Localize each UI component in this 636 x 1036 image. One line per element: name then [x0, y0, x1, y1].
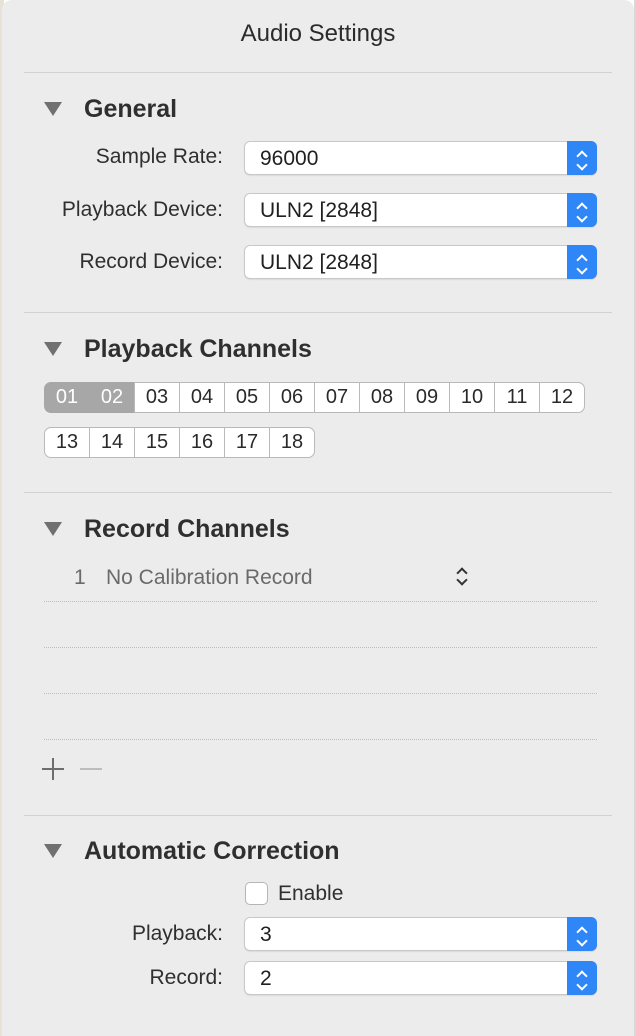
automatic-correction-section-title: Automatic Correction	[84, 836, 340, 865]
channel-toggle-10[interactable]: 10	[449, 382, 495, 413]
channel-toggle-13[interactable]: 13	[44, 427, 90, 458]
divider	[24, 492, 612, 493]
popup-chevrons-icon	[567, 141, 597, 175]
record-device-value: ULN2 [2848]	[260, 251, 378, 274]
channel-toggle-01[interactable]: 01	[44, 382, 90, 413]
remove-record-channel-icon[interactable]	[79, 757, 103, 781]
channel-toggle-14[interactable]: 14	[89, 427, 135, 458]
channel-toggle-03[interactable]: 03	[134, 382, 180, 413]
popup-chevrons-icon	[567, 961, 597, 995]
record-channel-calibration[interactable]: No Calibration Record	[106, 566, 313, 590]
record-correction-select[interactable]: 2	[244, 961, 597, 995]
record-channels-section-header[interactable]: Record Channels	[44, 513, 290, 545]
playback-channels-row-2: 13 14 15 16 17 18	[44, 427, 315, 458]
popup-chevrons-icon	[567, 917, 597, 951]
channel-toggle-18[interactable]: 18	[269, 427, 315, 458]
record-correction-label: Record:	[149, 966, 223, 989]
list-row-separator	[44, 693, 597, 694]
popup-chevrons-icon	[567, 245, 597, 279]
channel-toggle-11[interactable]: 11	[494, 382, 540, 413]
channel-toggle-17[interactable]: 17	[224, 427, 270, 458]
playback-device-select[interactable]: ULN2 [2848]	[244, 193, 597, 227]
disclosure-triangle-icon[interactable]	[44, 342, 62, 356]
automatic-correction-section-header[interactable]: Automatic Correction	[44, 835, 340, 867]
list-row-separator	[44, 647, 597, 648]
playback-device-label: Playback Device:	[61, 198, 223, 221]
record-device-select[interactable]: ULN2 [2848]	[244, 245, 597, 279]
record-correction-value: 2	[260, 967, 272, 990]
disclosure-triangle-icon[interactable]	[44, 102, 62, 116]
updown-chevrons-icon[interactable]	[454, 566, 470, 590]
channel-toggle-06[interactable]: 06	[269, 382, 315, 413]
channel-toggle-16[interactable]: 16	[179, 427, 225, 458]
divider	[24, 312, 612, 313]
popup-chevrons-icon	[567, 193, 597, 227]
panel-title: Audio Settings	[240, 20, 396, 47]
channel-toggle-04[interactable]: 04	[179, 382, 225, 413]
playback-channels-section-header[interactable]: Playback Channels	[44, 333, 312, 365]
add-record-channel-icon[interactable]	[41, 757, 65, 781]
record-channel-number: 1	[74, 566, 86, 589]
general-section-header[interactable]: General	[44, 93, 177, 125]
channel-toggle-02[interactable]: 02	[89, 382, 135, 413]
playback-correction-label: Playback:	[131, 922, 223, 945]
disclosure-triangle-icon[interactable]	[44, 522, 62, 536]
disclosure-triangle-icon[interactable]	[44, 844, 62, 858]
divider	[24, 72, 612, 73]
channel-toggle-08[interactable]: 08	[359, 382, 405, 413]
channel-toggle-15[interactable]: 15	[134, 427, 180, 458]
playback-channels-section-title: Playback Channels	[84, 334, 312, 363]
sample-rate-value: 96000	[260, 147, 319, 170]
playback-device-value: ULN2 [2848]	[260, 199, 378, 222]
general-section-title: General	[84, 94, 178, 123]
record-channel-row[interactable]: 1 No Calibration Record	[44, 556, 597, 602]
list-row-separator	[44, 601, 597, 602]
playback-correction-select[interactable]: 3	[244, 917, 597, 951]
playback-correction-value: 3	[260, 923, 272, 946]
record-channels-section-title: Record Channels	[84, 514, 290, 543]
enable-checkbox[interactable]	[245, 882, 268, 905]
record-device-label: Record Device:	[79, 250, 223, 273]
audio-settings-panel: Audio Settings General Sample Rate: 9600…	[2, 0, 634, 1036]
divider	[24, 815, 612, 816]
channel-toggle-09[interactable]: 09	[404, 382, 450, 413]
playback-channels-row-1: 01 02 03 04 05 06 07 08 09 10 11 12	[44, 382, 585, 413]
sample-rate-label: Sample Rate:	[95, 145, 223, 168]
sample-rate-select[interactable]: 96000	[244, 141, 597, 175]
channel-toggle-12[interactable]: 12	[539, 382, 585, 413]
list-row-separator	[44, 739, 597, 740]
channel-toggle-07[interactable]: 07	[314, 382, 360, 413]
channel-toggle-05[interactable]: 05	[224, 382, 270, 413]
enable-label[interactable]: Enable	[278, 882, 343, 906]
